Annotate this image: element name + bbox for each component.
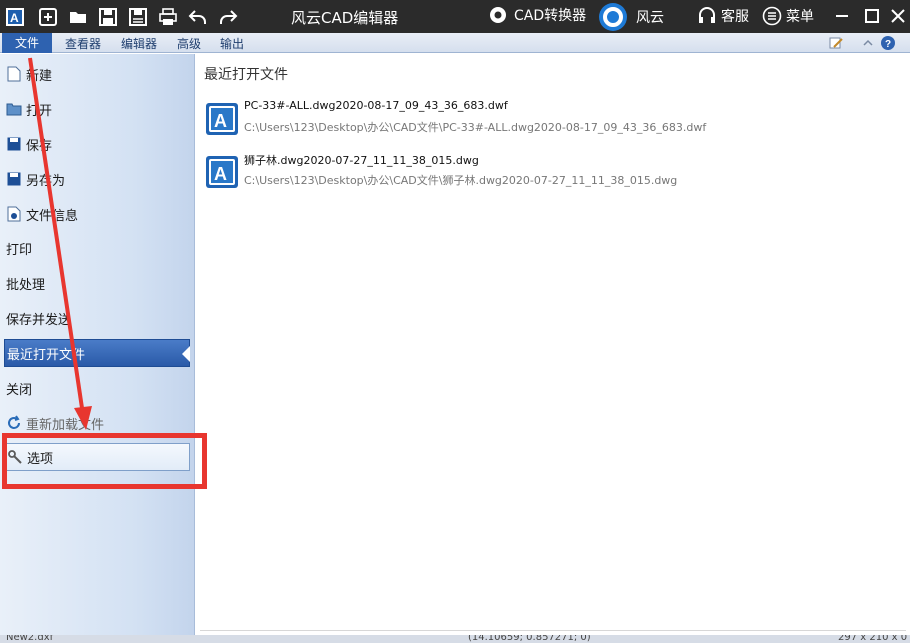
save-icon [6,136,22,152]
tab-output[interactable]: 输出 [220,35,244,52]
menu-item-label: 最近打开文件 [7,347,86,363]
recent-file-name: 狮子林.dwg2020-07-27_11_11_38_015.dwg [244,154,479,167]
fengyun-logo-icon [599,3,627,31]
menu-button[interactable]: 菜单 [762,6,814,26]
menu-icon [762,6,782,26]
recent-files-title: 最近打开文件 [204,67,288,83]
help-icon[interactable]: ? [880,35,896,51]
title-bar: A 风云CAD编辑器 CAD转换器 风云 客服 菜单 [0,0,910,33]
file-menu-panel: 新建 打开 保存 另存为 文件信息 打印 批处理 保存并发送 最近打开文件 关闭… [0,54,195,635]
menu-item-file-info[interactable]: 文件信息 [4,200,190,228]
undo-icon[interactable] [185,4,211,30]
menu-item-label: 批处理 [6,277,46,293]
recent-file-item[interactable]: A PC-33#-ALL.dwg2020-08-17_09_43_36_683.… [206,99,896,143]
svg-text:A: A [10,11,19,25]
tab-advanced[interactable]: 高级 [177,35,201,52]
svg-text:A: A [214,111,227,131]
customer-service-button[interactable]: 客服 [697,6,749,26]
status-size: 297 x 210 x 0 [838,635,908,643]
app-title: 风云CAD编辑器 [291,9,399,27]
menu-item-label: 打印 [6,242,33,258]
svg-text:?: ? [885,39,891,50]
recent-files-pane: 最近打开文件 A PC-33#-ALL.dwg2020-08-17_09_43_… [196,54,910,635]
tab-editor[interactable]: 编辑器 [121,35,157,52]
menu-item-label: 保存 [26,138,53,154]
save-as-icon [6,171,22,187]
menu-label: 菜单 [786,9,814,25]
recent-file-path: C:\Users\123\Desktop\办公\CAD文件\PC-33#-ALL… [244,121,707,134]
menu-item-print[interactable]: 打印 [4,234,190,262]
cad-file-icon: A [206,156,238,188]
cad-converter-button[interactable]: CAD转换器 [488,5,586,25]
menu-item-recent-files[interactable]: 最近打开文件 [4,339,190,367]
open-folder-icon [6,101,22,117]
divider [200,630,906,631]
collapse-ribbon-icon[interactable] [860,35,876,51]
open-folder-icon[interactable] [65,4,91,30]
fengyun-button[interactable]: 风云 [598,2,664,32]
recent-file-name: PC-33#-ALL.dwg2020-08-17_09_43_36_683.dw… [244,99,508,112]
menu-item-save[interactable]: 保存 [4,130,190,158]
save-as-icon[interactable] [125,4,151,30]
svg-text:A: A [214,164,227,184]
menu-item-label: 打开 [26,103,53,119]
cad-file-icon: A [206,103,238,135]
headset-icon [699,7,715,23]
ribbon-tab-bar: 文件 查看器 编辑器 高级 输出 ? [0,33,910,53]
customer-service-label: 客服 [721,9,749,25]
menu-item-label: 新建 [26,68,53,84]
recent-file-path: C:\Users\123\Desktop\办公\CAD文件\狮子林.dwg202… [244,174,678,187]
save-icon[interactable] [95,4,121,30]
fengyun-label: 风云 [636,10,664,26]
new-file-icon [6,66,22,82]
converter-icon [490,7,506,23]
menu-item-save-send[interactable]: 保存并发送 [4,304,190,332]
print-icon[interactable] [155,4,181,30]
maximize-icon[interactable] [862,6,882,26]
close-icon[interactable] [888,6,908,26]
status-coordinates: (14.10659; 0.857271; 0) [468,635,591,643]
status-file-name: New2.dxf [6,635,54,643]
status-bar: New2.dxf (14.10659; 0.857271; 0) 297 x 2… [0,635,910,643]
reload-icon [6,415,22,431]
redo-icon[interactable] [215,4,241,30]
menu-item-label: 关闭 [6,382,33,398]
menu-item-open[interactable]: 打开 [4,95,190,123]
new-icon[interactable] [35,4,61,30]
minimize-icon[interactable] [832,6,852,26]
menu-item-batch[interactable]: 批处理 [4,269,190,297]
menu-item-label: 文件信息 [26,208,79,224]
info-icon [6,206,22,222]
tab-file[interactable]: 文件 [2,33,52,53]
menu-item-save-as[interactable]: 另存为 [4,165,190,193]
menu-item-label: 保存并发送 [6,312,72,328]
app-logo-icon[interactable]: A [2,4,28,30]
tab-viewer[interactable]: 查看器 [65,35,101,52]
menu-item-new[interactable]: 新建 [4,60,190,88]
cad-converter-label: CAD转换器 [514,8,587,24]
highlight-box [2,433,207,489]
menu-item-label: 另存为 [26,173,66,189]
menu-item-close[interactable]: 关闭 [4,374,190,402]
menu-item-label: 重新加载文件 [26,417,105,433]
recent-file-item[interactable]: A 狮子林.dwg2020-07-27_11_11_38_015.dwg C:\… [206,152,896,196]
edit-pencil-icon[interactable] [828,35,844,51]
